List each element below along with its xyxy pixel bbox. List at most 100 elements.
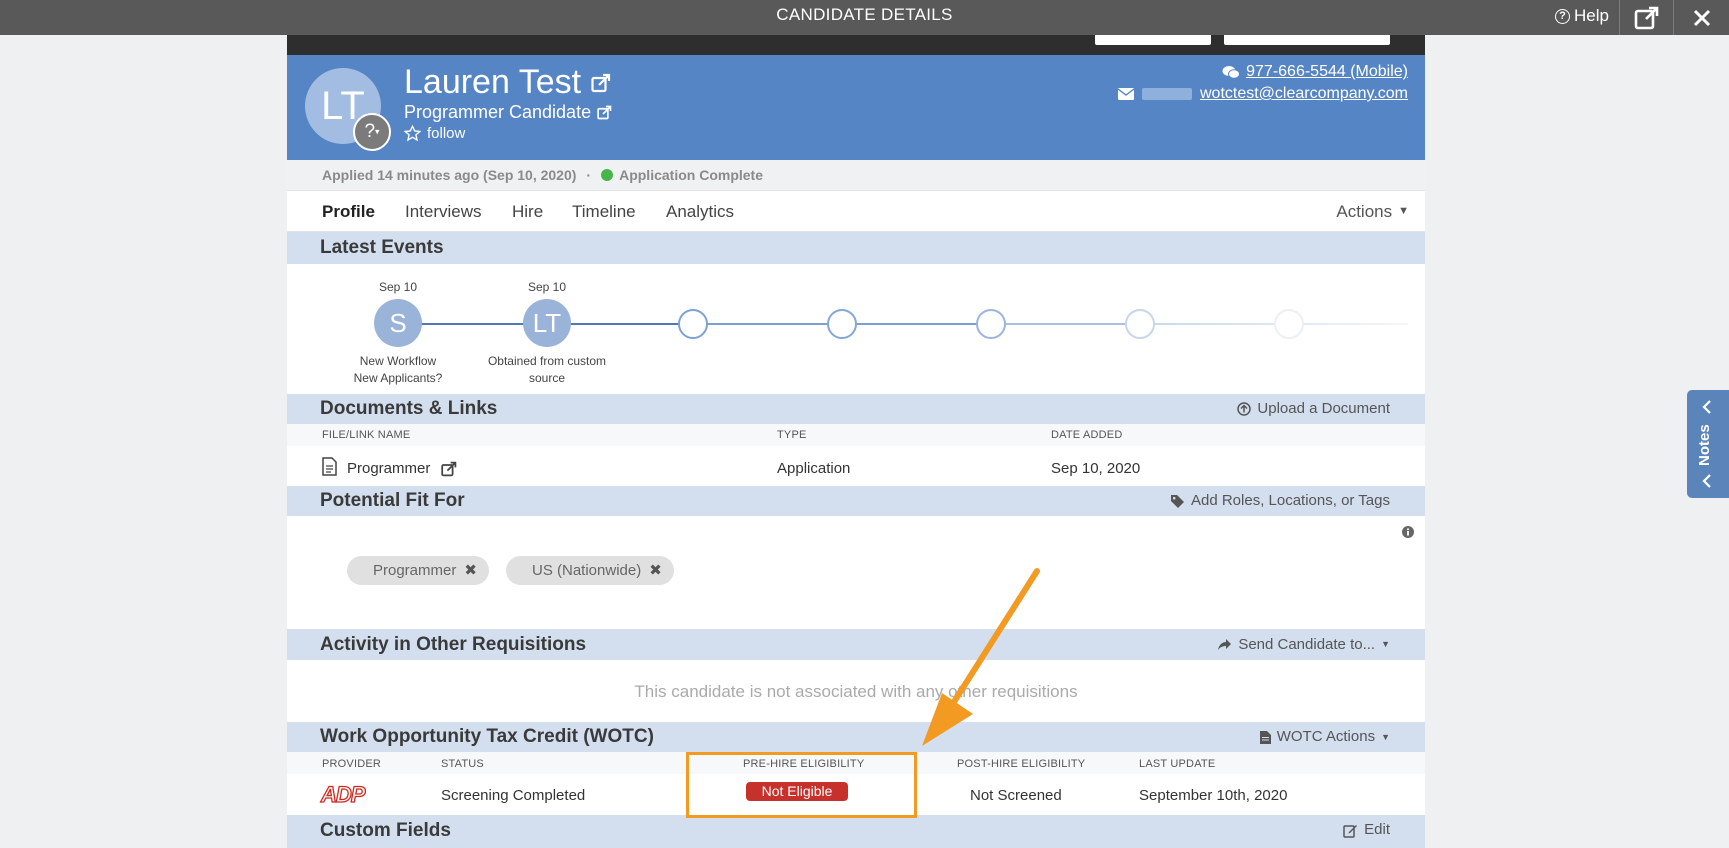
- underlying-button: [1224, 35, 1390, 45]
- event-date: Sep 10: [378, 280, 418, 294]
- modal-title: CANDIDATE DETAILS: [776, 5, 953, 24]
- tab-hire[interactable]: Hire: [512, 191, 543, 232]
- column-header: PROVIDER: [322, 758, 382, 770]
- document-name-link[interactable]: Programmer: [347, 460, 430, 477]
- edit-link-icon[interactable]: [597, 105, 612, 120]
- event-node[interactable]: S: [374, 299, 422, 347]
- timeline-empty-node: [1125, 309, 1155, 339]
- activity-empty-message: This candidate is not associated with an…: [634, 682, 1078, 701]
- actions-label: Actions: [1336, 202, 1393, 221]
- add-tags-button[interactable]: Add Roles, Locations, or Tags: [1170, 486, 1390, 516]
- activity-header: Activity in Other Requisitions Send Cand…: [287, 629, 1425, 660]
- help-button[interactable]: ? Help: [1555, 0, 1609, 32]
- underlying-button: [1095, 35, 1211, 45]
- edit-icon: [1343, 824, 1358, 838]
- fit-chip: Programmer ✖: [347, 556, 489, 585]
- status-dot: [601, 169, 614, 181]
- add-tags-label: Add Roles, Locations, or Tags: [1190, 492, 1390, 509]
- remove-chip-icon[interactable]: ✖: [649, 556, 662, 585]
- event-node[interactable]: LT: [523, 299, 571, 347]
- star-icon: [404, 125, 421, 142]
- timeline-empty-node: [976, 309, 1006, 339]
- tab-timeline[interactable]: Timeline: [572, 191, 636, 232]
- chevron-left-icon: [1702, 474, 1711, 488]
- document-date: Sep 10, 2020: [1051, 460, 1141, 477]
- highlight-box: [686, 752, 917, 818]
- caret-down-icon: ▼: [1398, 205, 1409, 217]
- info-icon[interactable]: [1402, 526, 1414, 538]
- external-link-icon[interactable]: [441, 461, 457, 477]
- tab-analytics[interactable]: Analytics: [666, 191, 734, 232]
- wotc-header: Work Opportunity Tax Credit (WOTC) WOTC …: [287, 722, 1425, 752]
- documents-table: FILE/LINK NAME TYPE DATE ADDED Programme…: [287, 424, 1425, 490]
- close-button[interactable]: [1674, 0, 1729, 35]
- document-type: Application: [777, 460, 851, 477]
- caret-down-icon: ▼: [1381, 732, 1390, 742]
- tab-profile[interactable]: Profile: [322, 191, 375, 232]
- candidate-role-text: Programmer Candidate: [404, 102, 592, 122]
- wotc-actions-label: WOTC Actions: [1276, 728, 1376, 745]
- upload-label: Upload a Document: [1257, 400, 1390, 417]
- event-caption-line: New Workflow: [359, 354, 437, 368]
- timeline-empty-node: [1274, 309, 1304, 339]
- email-address: wotctest@clearcompany.com: [1199, 85, 1408, 102]
- potential-fit-header: Potential Fit For Add Roles, Locations, …: [287, 486, 1425, 516]
- section-title: Potential Fit For: [320, 490, 465, 511]
- document-icon: [322, 457, 337, 476]
- chat-bubbles-icon: [1222, 65, 1241, 79]
- chevron-left-icon: [1702, 400, 1711, 414]
- open-external-button[interactable]: [1619, 0, 1674, 35]
- event-date: Sep 10: [527, 280, 567, 294]
- upload-document-button[interactable]: Upload a Document: [1237, 394, 1390, 424]
- event-caption-line: source: [528, 371, 566, 385]
- avatar-menu-button[interactable]: ?▾: [353, 113, 391, 151]
- phone-number: 977-666-5544 (Mobile): [1246, 63, 1408, 80]
- column-header: LAST UPDATE: [1139, 758, 1216, 770]
- edit-label: Edit: [1364, 821, 1390, 838]
- section-title: Latest Events: [320, 237, 444, 258]
- envelope-icon: [1117, 88, 1134, 100]
- fit-chip: US (Nationwide) ✖: [506, 556, 674, 585]
- adp-logo: ADP: [320, 781, 366, 807]
- tag-icon: [1170, 494, 1184, 508]
- upload-icon: [1237, 402, 1252, 416]
- post-hire-eligibility: Not Screened: [970, 787, 1062, 804]
- candidate-name: Lauren Test: [404, 63, 611, 102]
- candidate-role: Programmer Candidate: [404, 102, 612, 123]
- table-row: Programmer Application Sep 10, 2020: [287, 446, 1425, 490]
- timeline-empty-node: [827, 309, 857, 339]
- wotc-status: Screening Completed: [441, 787, 586, 804]
- section-title: Work Opportunity Tax Credit (WOTC): [320, 726, 654, 747]
- notes-panel-toggle[interactable]: Notes: [1687, 390, 1729, 498]
- actions-dropdown[interactable]: Actions ▼: [1336, 191, 1409, 232]
- column-header: DATE ADDED: [1051, 429, 1123, 441]
- wotc-actions-dropdown[interactable]: WOTC Actions ▼: [1259, 722, 1390, 752]
- last-update: September 10th, 2020: [1139, 787, 1288, 804]
- follow-button[interactable]: follow: [404, 125, 465, 142]
- annotation-arrow: [922, 568, 1040, 746]
- column-header: FILE/LINK NAME: [322, 429, 411, 441]
- underlying-page-strip: [287, 35, 1425, 55]
- section-title: Activity in Other Requisitions: [320, 634, 587, 655]
- custom-fields-header: Custom Fields Edit: [287, 815, 1425, 848]
- email-link[interactable]: wotctest@clearcompany.com: [1117, 85, 1408, 103]
- section-title: Custom Fields: [320, 820, 451, 841]
- application-status: Application Complete: [619, 167, 763, 183]
- file-icon: [1259, 730, 1271, 744]
- chip-label: Programmer: [373, 562, 457, 579]
- tab-interviews[interactable]: Interviews: [405, 191, 482, 232]
- edit-link-icon[interactable]: [591, 73, 611, 93]
- send-candidate-dropdown[interactable]: Send Candidate to... ▼: [1217, 629, 1390, 660]
- share-arrow-icon: [1218, 639, 1232, 650]
- candidate-header: LT ?▾ Lauren Test Programmer Candidate f…: [287, 55, 1425, 160]
- follow-label: follow: [427, 125, 466, 142]
- applied-time: Applied 14 minutes ago (Sep 10, 2020): [322, 167, 577, 183]
- candidate-name-text: Lauren Test: [404, 63, 582, 101]
- remove-chip-icon[interactable]: ✖: [464, 556, 477, 585]
- external-link-icon: [1634, 6, 1658, 29]
- send-candidate-label: Send Candidate to...: [1238, 636, 1376, 653]
- edit-custom-fields-button[interactable]: Edit: [1343, 815, 1390, 845]
- caret-down-icon: ▼: [1381, 639, 1390, 649]
- avatar-menu-glyph: ?: [364, 121, 376, 142]
- phone-link[interactable]: 977-666-5544 (Mobile): [1222, 63, 1408, 81]
